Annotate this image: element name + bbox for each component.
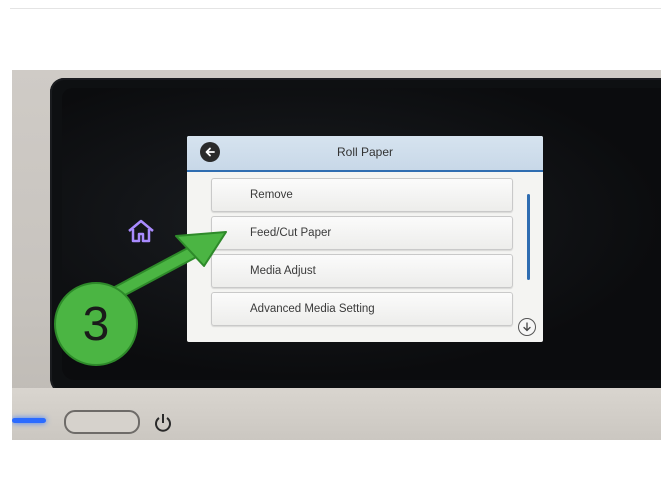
screen-title: Roll Paper [336,145,394,159]
step-number-badge: 3 [54,282,138,366]
scrollbar[interactable] [527,194,530,280]
power-icon[interactable] [152,412,174,434]
home-icon[interactable] [126,218,156,244]
status-led [12,418,46,423]
panel-button[interactable] [64,410,140,434]
menu-item-advanced-media-setting[interactable]: Advanced Media Setting [211,292,513,326]
top-divider [10,8,661,9]
menu-item-media-adjust[interactable]: Media Adjust [211,254,513,288]
menu-item-feed-cut-paper[interactable]: Feed/Cut Paper [211,216,513,250]
screen-header: Roll Paper [187,136,543,172]
touch-screen: Roll Paper Remove Feed/Cut Paper Media A… [187,136,543,342]
scroll-down-button[interactable] [518,318,536,336]
chevron-down-icon [523,322,531,332]
printer-panel-photo: Roll Paper Remove Feed/Cut Paper Media A… [12,70,661,440]
menu-item-remove[interactable]: Remove [211,178,513,212]
